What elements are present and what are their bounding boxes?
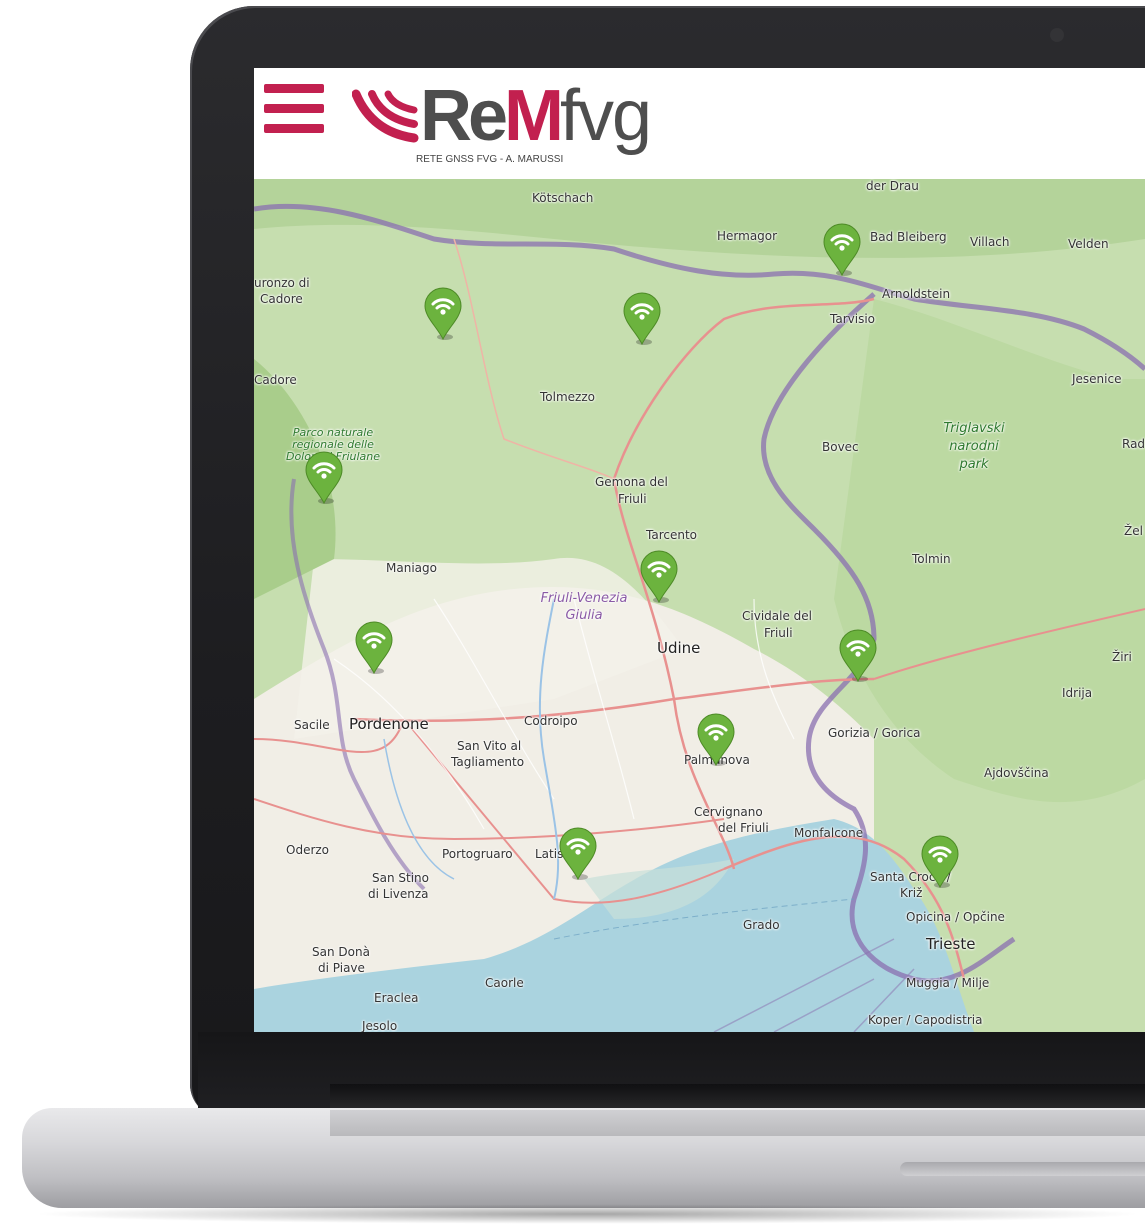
park-label: Triglavski narodni park (943, 421, 1005, 472)
place-label: uronzo di (254, 276, 310, 290)
logo-re: Re (420, 76, 508, 156)
gnss-station-wifi-icon (424, 287, 462, 341)
place-label: Tolmin (912, 552, 951, 566)
place-label: Arnoldstein (882, 287, 951, 301)
gnss-station-marker[interactable] (920, 835, 960, 889)
place-label: Tolmezzo (540, 390, 595, 404)
place-label: Koper / Capodistria (868, 1013, 983, 1027)
place-label: Gemona del (595, 475, 668, 489)
place-label: Kötschach (532, 191, 594, 205)
place-label: Gorizia / Gorica (828, 726, 921, 740)
gnss-station-marker[interactable] (622, 292, 662, 346)
place-label: Rad (1122, 437, 1145, 451)
place-label: San Donà (312, 945, 370, 959)
place-label: Cervignano (694, 805, 763, 819)
gnss-station-wifi-icon (623, 292, 661, 346)
gnss-station-wifi-icon (559, 827, 597, 881)
place-label: Tagliamento (451, 755, 525, 769)
webcam (1050, 28, 1064, 42)
place-label: Bovec (822, 440, 859, 454)
place-label: di Livenza (368, 887, 429, 901)
place-label: Trieste (926, 935, 976, 953)
laptop-base-top (330, 1110, 1145, 1136)
place-label: Grado (743, 918, 780, 932)
logo-wordmark: ReMfvg (420, 74, 652, 158)
hamburger-icon-bar (264, 104, 324, 113)
gnss-station-marker[interactable] (639, 550, 679, 604)
gnss-station-wifi-icon (823, 223, 861, 277)
place-label: Maniago (386, 561, 437, 575)
place-label: Cividale del (742, 609, 812, 623)
region-label: Friuli-Venezia Giulia (540, 591, 628, 623)
place-label: Caorle (485, 976, 524, 990)
place-label: Muggia / Milje (906, 976, 990, 990)
place-label: Idrija (1062, 686, 1093, 700)
hamburger-menu-button[interactable] (264, 84, 324, 136)
place-label: Velden (1068, 237, 1109, 251)
place-label: Codroipo (524, 714, 578, 728)
place-label: Tarvisio (830, 312, 875, 326)
gnss-station-wifi-icon (305, 451, 343, 505)
gnss-station-marker[interactable] (558, 827, 598, 881)
place-label: Tarcento (646, 528, 697, 542)
place-label: Bad Bleiberg (870, 230, 947, 244)
place-label: San Stino (372, 871, 429, 885)
place-label: del Friuli (718, 821, 769, 835)
logo-subtitle: RETE GNSS FVG - A. MARUSSI (416, 154, 564, 165)
remfvg-logo[interactable]: ReMfvg RETE GNSS FVG - A. MARUSSI (352, 74, 652, 174)
gnss-station-marker[interactable] (423, 287, 463, 341)
place-label: Sacile (294, 718, 330, 732)
place-label: Žel (1124, 524, 1143, 538)
gnss-station-marker[interactable] (822, 223, 862, 277)
place-label: Jesolo (362, 1019, 398, 1032)
place-label: Cadore (254, 373, 297, 387)
place-label: Žiri (1112, 650, 1132, 664)
logo-fvg: fvg (560, 76, 652, 156)
gnss-station-wifi-icon (355, 621, 393, 675)
place-label: Portogruaro (442, 847, 513, 861)
signal-arcs-logo-icon (352, 89, 419, 143)
laptop-screen: ReMfvg RETE GNSS FVG - A. MARUSSI der Dr… (254, 68, 1145, 1032)
logo-m: M (504, 76, 564, 156)
place-label: Opicina / Opčine (906, 910, 1005, 924)
place-label: der Drau (866, 179, 919, 193)
place-label: Cadore (260, 292, 303, 306)
place-label: Pordenone (349, 715, 429, 733)
place-label: Eraclea (374, 991, 419, 1005)
place-label: di Piave (318, 961, 365, 975)
hamburger-icon-bar (264, 124, 324, 133)
place-label: Friuli (618, 492, 647, 506)
gnss-station-marker[interactable] (696, 713, 736, 767)
lid-opening-notch (900, 1162, 1145, 1176)
map-basemap (254, 179, 1145, 1032)
app-header: ReMfvg RETE GNSS FVG - A. MARUSSI (254, 68, 1145, 179)
gnss-station-wifi-icon (697, 713, 735, 767)
place-label: Villach (970, 235, 1010, 249)
place-label: Jesenice (1072, 372, 1122, 386)
place-label: Monfalcone (794, 826, 864, 840)
hamburger-icon (264, 84, 324, 93)
laptop-shadow (30, 1204, 1145, 1224)
place-label: Ajdovščina (984, 766, 1049, 780)
gnss-station-marker[interactable] (304, 451, 344, 505)
gnss-station-marker[interactable] (838, 629, 878, 683)
gnss-station-marker[interactable] (354, 621, 394, 675)
place-label: Hermagor (717, 229, 778, 243)
gnss-station-wifi-icon (839, 629, 877, 683)
gnss-station-wifi-icon (921, 835, 959, 889)
place-label: Udine (657, 639, 701, 657)
gnss-station-wifi-icon (640, 550, 678, 604)
place-label: San Vito al (457, 739, 522, 753)
place-label: Friuli (764, 626, 793, 640)
place-label: Oderzo (286, 843, 330, 857)
map-view[interactable]: der Drau Kötschach Hermagor Bad Bleiberg… (254, 179, 1145, 1032)
